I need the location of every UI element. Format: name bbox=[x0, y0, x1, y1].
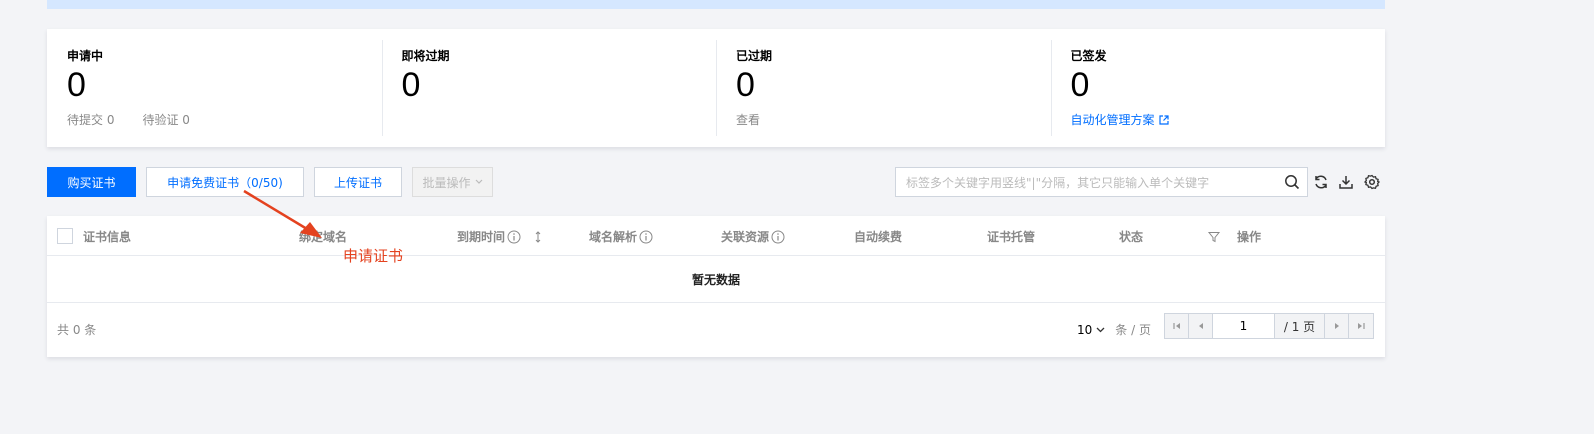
annotation-label: 申请证书 bbox=[343, 247, 404, 265]
table-footer: 共 0 条 10 条 / 页 1 / 1 页 bbox=[47, 303, 1385, 357]
column-label: 到期时间 bbox=[457, 230, 506, 244]
refresh-icon[interactable] bbox=[1311, 172, 1331, 192]
info-icon[interactable] bbox=[639, 230, 653, 244]
external-link-icon bbox=[1158, 115, 1169, 125]
buy-certificate-button[interactable]: 购买证书 bbox=[47, 167, 136, 197]
info-icon[interactable] bbox=[771, 230, 785, 244]
stat-pending-verify[interactable]: 待验证 0 bbox=[142, 112, 189, 128]
batch-operation-label: 批量操作 bbox=[422, 175, 471, 190]
first-page-button[interactable] bbox=[1165, 314, 1189, 338]
column-certificate-info: 证书信息 bbox=[83, 228, 131, 245]
sort-icon[interactable] bbox=[531, 230, 545, 244]
total-pages: / 1 页 bbox=[1275, 314, 1325, 338]
stat-value: 0 bbox=[736, 66, 755, 104]
stat-value: 0 bbox=[1070, 66, 1090, 104]
column-label: 绑定域名 bbox=[299, 230, 348, 244]
page-size-value: 10 bbox=[1077, 322, 1093, 337]
pagination: 1 / 1 页 bbox=[1164, 313, 1374, 339]
upload-certificate-button[interactable]: 上传证书 bbox=[314, 167, 402, 197]
page-size-unit: 条 / 页 bbox=[1115, 323, 1151, 337]
automation-link-label: 自动化管理方案 bbox=[1070, 113, 1155, 127]
stat-pending-submit[interactable]: 待提交 0 bbox=[67, 112, 114, 128]
column-auto-renew: 自动续费 bbox=[854, 228, 902, 245]
stat-applying: 申请中 0 待提交 0 待验证 0 bbox=[47, 29, 382, 147]
stat-issued: 已签发 0 自动化管理方案 bbox=[1050, 29, 1386, 147]
stat-title: 已签发 bbox=[1070, 49, 1107, 63]
column-bound-domain: 绑定域名 bbox=[299, 228, 347, 245]
stat-expiring: 即将过期 0 bbox=[381, 29, 717, 147]
certificate-table: 证书信息 绑定域名 到期时间 域名解析 关联资源 自动续费 证书托管 状态 操作… bbox=[47, 216, 1385, 357]
download-icon[interactable] bbox=[1336, 172, 1356, 192]
top-banner-strip bbox=[47, 0, 1385, 9]
column-label: 域名解析 bbox=[589, 230, 638, 244]
batch-operation-dropdown[interactable]: 批量操作 bbox=[412, 167, 493, 197]
last-page-icon bbox=[1358, 323, 1365, 329]
column-label: 自动续费 bbox=[854, 230, 903, 244]
column-label: 证书信息 bbox=[83, 230, 132, 244]
column-linked-resources: 关联资源 bbox=[721, 228, 785, 245]
first-page-icon bbox=[1172, 323, 1180, 329]
info-icon[interactable] bbox=[507, 230, 521, 244]
next-page-button[interactable] bbox=[1325, 314, 1349, 338]
chevron-down-icon bbox=[1096, 327, 1105, 332]
column-status: 状态 bbox=[1119, 228, 1221, 245]
column-expiry-time[interactable]: 到期时间 bbox=[457, 228, 545, 245]
column-label: 操作 bbox=[1237, 230, 1262, 244]
search-placeholder: 标签多个关键字用竖线"|"分隔，其它只能输入单个关键字 bbox=[906, 175, 1210, 190]
page-number-input[interactable]: 1 bbox=[1213, 314, 1275, 338]
column-label: 关联资源 bbox=[721, 230, 770, 244]
stat-title: 即将过期 bbox=[401, 49, 450, 63]
search-input[interactable]: 标签多个关键字用竖线"|"分隔，其它只能输入单个关键字 bbox=[895, 167, 1308, 197]
toolbar: 购买证书 申请免费证书（0/50) 上传证书 批量操作 标签多个关键字用竖线"|… bbox=[47, 167, 1385, 197]
prev-page-icon bbox=[1198, 323, 1203, 329]
stat-sub: 自动化管理方案 bbox=[1071, 112, 1366, 128]
stat-value: 0 bbox=[401, 66, 421, 104]
gear-icon[interactable] bbox=[1362, 172, 1382, 192]
last-page-button[interactable] bbox=[1349, 314, 1373, 338]
stat-title: 申请中 bbox=[67, 49, 104, 63]
stat-sub: 查看 bbox=[736, 112, 1031, 128]
total-count: 共 0 条 bbox=[57, 323, 97, 337]
view-link[interactable]: 查看 bbox=[736, 112, 760, 128]
empty-state: 暂无数据 bbox=[47, 256, 1385, 303]
next-page-icon bbox=[1334, 323, 1339, 329]
column-label: 证书托管 bbox=[987, 230, 1036, 244]
automation-link[interactable]: 自动化管理方案 bbox=[1071, 112, 1169, 128]
stat-title: 已过期 bbox=[736, 49, 773, 63]
stat-sub: 待提交 0 待验证 0 bbox=[67, 112, 362, 128]
column-cert-hosting: 证书托管 bbox=[987, 228, 1035, 245]
column-actions: 操作 bbox=[1237, 228, 1261, 245]
select-all-checkbox[interactable] bbox=[57, 228, 73, 244]
search-icon[interactable] bbox=[1277, 168, 1307, 196]
column-dns-resolution: 域名解析 bbox=[589, 228, 653, 245]
stats-panel: 申请中 0 待提交 0 待验证 0 即将过期 0 已过期 0 查看 已签发 0 … bbox=[47, 29, 1385, 147]
apply-free-certificate-button[interactable]: 申请免费证书（0/50) bbox=[146, 167, 304, 197]
chevron-down-icon bbox=[475, 179, 482, 184]
column-label: 状态 bbox=[1119, 230, 1144, 244]
prev-page-button[interactable] bbox=[1189, 314, 1213, 338]
stat-expired: 已过期 0 查看 bbox=[716, 29, 1051, 147]
stat-value: 0 bbox=[67, 66, 86, 104]
page-size-selector[interactable]: 10 条 / 页 bbox=[1077, 321, 1151, 338]
table-header: 证书信息 绑定域名 到期时间 域名解析 关联资源 自动续费 证书托管 状态 操作 bbox=[47, 216, 1385, 256]
filter-icon[interactable] bbox=[1207, 230, 1221, 244]
